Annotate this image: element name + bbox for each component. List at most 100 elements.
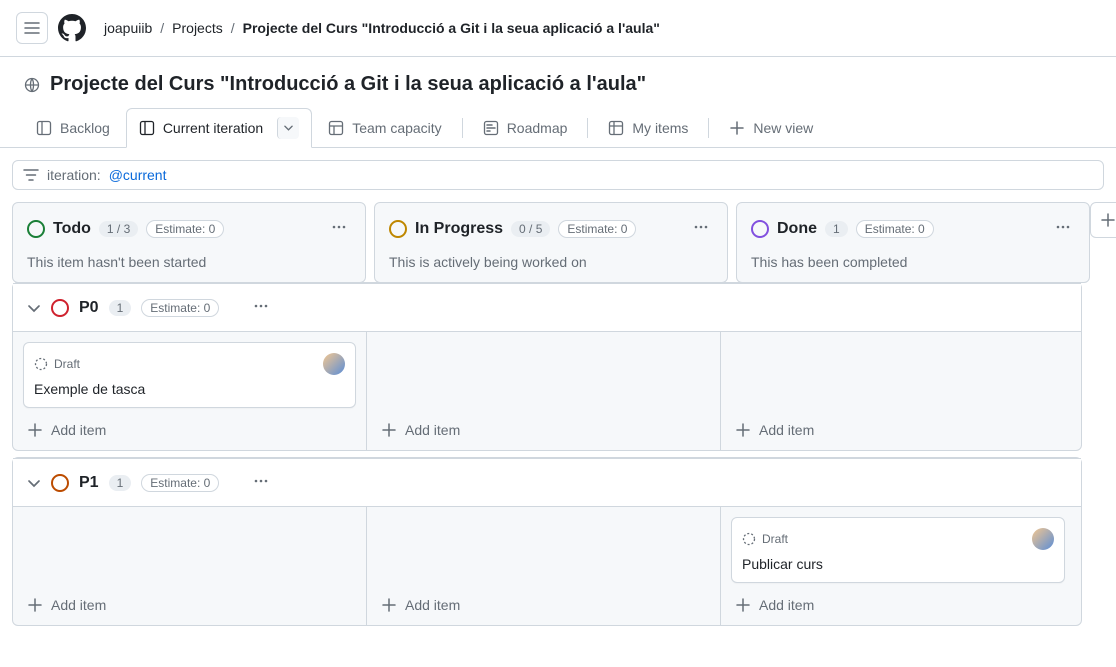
add-item-button[interactable]: Add item [23, 408, 356, 440]
breadcrumb-sep: / [231, 20, 235, 36]
column-done: Done 1 Estimate: 0 This has been complet… [736, 202, 1090, 283]
tab-backlog[interactable]: Backlog [24, 112, 122, 144]
tab-separator [708, 118, 709, 138]
github-logo[interactable] [56, 12, 88, 44]
lane-inprogress-p1[interactable]: Add item [367, 507, 721, 625]
column-header: Todo 1 / 3 Estimate: 0 [13, 203, 365, 254]
group-body: Draft Exemple de tasca Add item [13, 332, 1081, 450]
kebab-icon [1055, 219, 1071, 235]
add-item-button[interactable]: Add item [731, 583, 1065, 615]
tab-label: Team capacity [352, 120, 441, 136]
breadcrumb-project: Projecte del Curs "Introducció a Git i l… [243, 20, 660, 36]
chevron-down-icon [27, 476, 41, 490]
table-icon [328, 120, 344, 136]
kebab-icon [331, 219, 347, 235]
add-item-label: Add item [405, 597, 460, 613]
column-estimate: Estimate: 0 [558, 220, 636, 238]
plus-icon [27, 422, 43, 438]
card-header: Draft [34, 353, 345, 375]
add-column-button[interactable] [1090, 202, 1116, 238]
column-more-button[interactable] [689, 215, 713, 242]
avatar[interactable] [1032, 528, 1054, 550]
card[interactable]: Draft Exemple de tasca [23, 342, 356, 408]
group-more-button[interactable] [249, 294, 273, 321]
lane-inprogress-p0[interactable]: Add item [367, 332, 721, 450]
add-item-label: Add item [759, 597, 814, 613]
avatar[interactable] [323, 353, 345, 375]
lane-todo-p1[interactable]: Add item [13, 507, 367, 625]
tab-separator [587, 118, 588, 138]
column-header: Done 1 Estimate: 0 [737, 203, 1089, 254]
tab-label: Roadmap [507, 120, 568, 136]
collapse-toggle[interactable] [27, 301, 41, 315]
group-p0: P0 1 Estimate: 0 Draft [12, 282, 1082, 451]
plus-icon [381, 597, 397, 613]
columns-header-row: Todo 1 / 3 Estimate: 0 This item hasn't … [12, 202, 1082, 283]
group-body: Add item Add item Draft [13, 507, 1081, 625]
column-more-button[interactable] [1051, 215, 1075, 242]
group-count: 1 [109, 475, 132, 491]
tab-team-capacity[interactable]: Team capacity [316, 112, 453, 144]
add-item-button[interactable]: Add item [377, 583, 710, 615]
filter-bar[interactable]: iteration: @current [12, 160, 1104, 190]
group-header: P1 1 Estimate: 0 [13, 458, 1081, 507]
filter-value: @current [109, 167, 167, 183]
lane-done-p0[interactable]: Add item [721, 332, 1075, 450]
chevron-down-icon [27, 301, 41, 315]
column-title: In Progress [415, 220, 503, 238]
tab-dropdown-button[interactable] [277, 117, 299, 139]
hamburger-icon [24, 20, 40, 36]
board-content: Todo 1 / 3 Estimate: 0 This item hasn't … [12, 202, 1082, 626]
column-desc: This has been completed [737, 254, 1089, 282]
group-title: P1 [79, 474, 99, 492]
project-icon [36, 120, 52, 136]
menu-button[interactable] [16, 12, 48, 44]
priority-icon-p0 [51, 299, 69, 317]
github-icon [58, 14, 86, 42]
kebab-icon [693, 219, 709, 235]
table-icon [608, 120, 624, 136]
breadcrumb-section[interactable]: Projects [172, 20, 223, 36]
column-desc: This item hasn't been started [13, 254, 365, 282]
tab-current-iteration[interactable]: Current iteration [126, 108, 312, 148]
tab-my-items[interactable]: My items [596, 112, 700, 144]
column-desc: This is actively being worked on [375, 254, 727, 282]
add-item-button[interactable]: Add item [377, 408, 710, 440]
board: Todo 1 / 3 Estimate: 0 This item hasn't … [0, 202, 1116, 646]
status-icon-todo [27, 220, 45, 238]
filter-icon [23, 167, 39, 183]
priority-icon-p1 [51, 474, 69, 492]
column-title: Done [777, 220, 817, 238]
roadmap-icon [483, 120, 499, 136]
group-header: P0 1 Estimate: 0 [13, 283, 1081, 332]
plus-icon [381, 422, 397, 438]
card[interactable]: Draft Publicar curs [731, 517, 1065, 583]
add-item-button[interactable]: Add item [23, 583, 356, 615]
collapse-toggle[interactable] [27, 476, 41, 490]
lane-todo-p0[interactable]: Draft Exemple de tasca Add item [13, 332, 367, 450]
tab-roadmap[interactable]: Roadmap [471, 112, 580, 144]
group-count: 1 [109, 300, 132, 316]
card-status: Draft [762, 532, 788, 546]
group-p1: P1 1 Estimate: 0 Add item [12, 457, 1082, 626]
tab-new-view[interactable]: New view [717, 112, 825, 144]
plus-icon [1100, 212, 1116, 228]
column-count: 0 / 5 [511, 221, 550, 237]
column-estimate: Estimate: 0 [146, 220, 224, 238]
filter-label: iteration: [47, 167, 101, 183]
draft-icon [34, 357, 48, 371]
group-more-button[interactable] [249, 469, 273, 496]
lane-done-p1[interactable]: Draft Publicar curs Add item [721, 507, 1075, 625]
column-estimate: Estimate: 0 [856, 220, 934, 238]
tab-label: New view [753, 120, 813, 136]
tab-separator [462, 118, 463, 138]
column-header: In Progress 0 / 5 Estimate: 0 [375, 203, 727, 254]
column-title: Todo [53, 220, 91, 238]
plus-icon [27, 597, 43, 613]
card-header: Draft [742, 528, 1054, 550]
column-count: 1 [825, 221, 848, 237]
column-more-button[interactable] [327, 215, 351, 242]
breadcrumb-user[interactable]: joapuiib [104, 20, 152, 36]
plus-icon [735, 422, 751, 438]
add-item-button[interactable]: Add item [731, 408, 1065, 440]
